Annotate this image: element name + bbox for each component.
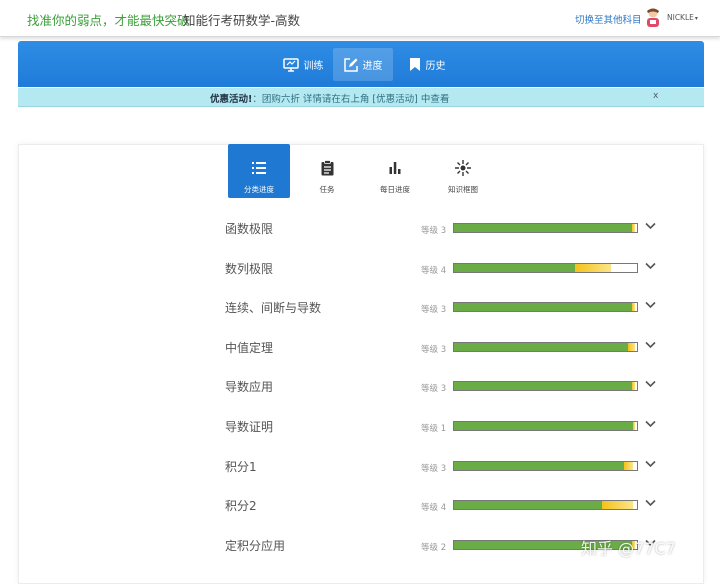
progress-bar [453, 223, 638, 233]
progress-mastered [454, 263, 575, 272]
progress-panel [18, 144, 704, 584]
progress-learning [574, 263, 612, 272]
edit-icon [343, 57, 358, 72]
chevron-down-icon[interactable] [645, 460, 656, 468]
nav-history-label: 历史 [425, 61, 446, 72]
progress-learning [633, 422, 636, 430]
chevron-down-icon[interactable] [645, 341, 656, 349]
progress-bar [453, 421, 638, 431]
topic-row[interactable]: 连续、间断与导数 等级 3 [0, 299, 720, 319]
progress-learning [627, 342, 636, 351]
network-icon [455, 160, 471, 176]
topic-row[interactable]: 中值定理 等级 3 [0, 339, 720, 359]
nav-history[interactable]: 历史 [401, 48, 453, 81]
progress-bar [453, 460, 638, 471]
topic-row[interactable]: 积分2 等级 4 [0, 497, 720, 517]
progress-bar [453, 500, 638, 511]
topic-name: 导数证明 [225, 420, 274, 434]
topic-name: 中值定理 [225, 340, 274, 355]
progress-mastered [454, 422, 634, 430]
switch-subject-link[interactable]: 切换至其他科目 [575, 12, 642, 26]
bar-chart-icon [389, 162, 401, 174]
chevron-down-icon[interactable] [645, 222, 656, 230]
progress-learning [602, 501, 634, 510]
topic-level: 等级 2 [421, 542, 447, 553]
subtab-daily-progress[interactable]: 每日进度 [364, 144, 426, 198]
username: NICKLE [667, 13, 694, 22]
nav-train-label: 训练 [303, 61, 324, 72]
progress-learning [631, 382, 636, 391]
progress-mastered [454, 461, 625, 470]
topic-row[interactable]: 数列极限 等级 4 [0, 260, 720, 280]
subtab-label: 任务 [319, 185, 335, 194]
chevron-down-icon[interactable] [645, 301, 656, 309]
course-title: 知能行考研数学-高数 [183, 13, 301, 28]
chevron-down-icon[interactable] [645, 262, 656, 270]
topic-name: 积分2 [225, 499, 257, 514]
topic-name: 导数应用 [225, 380, 274, 395]
progress-bar [453, 341, 638, 352]
promo-title: 优惠活动! [210, 94, 253, 105]
nav-progress-label: 进度 [362, 61, 383, 72]
subtab-label: 知识框图 [448, 185, 478, 194]
topic-level: 等级 1 [421, 424, 447, 434]
progress-mastered [454, 224, 632, 232]
progress-bar [453, 302, 638, 313]
topic-name: 函数极限 [225, 222, 274, 236]
topic-level: 等级 3 [421, 344, 447, 355]
subtab-label: 每日进度 [380, 185, 410, 194]
promo-banner: 优惠活动!：团购六折 详情请在右上角 [优惠活动] 中查看 x [18, 88, 704, 107]
progress-mastered [454, 501, 603, 510]
topic-row[interactable]: 导数证明 等级 1 [0, 418, 720, 438]
topic-level: 等级 3 [421, 226, 447, 236]
topic-level: 等级 3 [421, 463, 447, 474]
progress-bar [453, 262, 638, 273]
subtab-category-progress[interactable]: 分类进度 [228, 144, 290, 198]
chevron-down-icon[interactable] [645, 499, 656, 507]
promo-detail: ：团购六折 详情请在右上角 [优惠活动] 中查看 [252, 94, 450, 105]
avatar[interactable] [644, 7, 662, 29]
progress-bar [453, 381, 638, 392]
topic-level: 等级 3 [421, 384, 447, 395]
close-icon[interactable]: x [653, 91, 658, 101]
watermark: 知乎 @77C7 [581, 539, 676, 558]
subtab-knowledge-map[interactable]: 知识框图 [432, 144, 494, 198]
clipboard-icon [321, 160, 333, 176]
user-menu[interactable]: NICKLE▾ [667, 13, 698, 22]
progress-learning [624, 461, 634, 470]
progress-mastered [454, 382, 632, 391]
top-bar: 找准你的弱点，才能最快突破 知能行考研数学-高数 切换至其他科目 NICKLE▾ [0, 0, 720, 37]
subtab-label: 分类进度 [244, 185, 274, 194]
topic-name: 积分1 [225, 459, 257, 474]
topic-name: 连续、间断与导数 [225, 301, 322, 316]
topic-row[interactable]: 导数应用 等级 3 [0, 378, 720, 398]
topic-row[interactable]: 积分1 等级 3 [0, 458, 720, 478]
caret-down-icon: ▾ [694, 15, 698, 22]
topic-name: 定积分应用 [225, 538, 286, 553]
chevron-down-icon[interactable] [645, 380, 656, 388]
main-nav: 训练 进度 历史 [18, 41, 704, 87]
subtab-tasks[interactable]: 任务 [296, 144, 358, 198]
topic-level: 等级 4 [421, 503, 447, 514]
monitor-icon [282, 57, 299, 72]
topic-level: 等级 4 [421, 265, 447, 276]
bookmark-icon [409, 58, 420, 71]
topic-name: 数列极限 [225, 261, 274, 276]
progress-learning [631, 303, 636, 312]
nav-train[interactable]: 训练 [277, 48, 329, 81]
topic-level: 等级 3 [421, 305, 447, 316]
list-icon [252, 162, 266, 174]
progress-mastered [454, 303, 632, 312]
slogan: 找准你的弱点，才能最快突破 [27, 13, 190, 28]
chevron-down-icon[interactable] [645, 420, 656, 428]
progress-learning [631, 224, 636, 232]
topic-row[interactable]: 函数极限 等级 3 [0, 220, 720, 240]
progress-mastered [454, 342, 628, 351]
promo-text: 优惠活动!：团购六折 详情请在右上角 [优惠活动] 中查看 [210, 91, 449, 105]
nav-progress[interactable]: 进度 [333, 48, 393, 81]
